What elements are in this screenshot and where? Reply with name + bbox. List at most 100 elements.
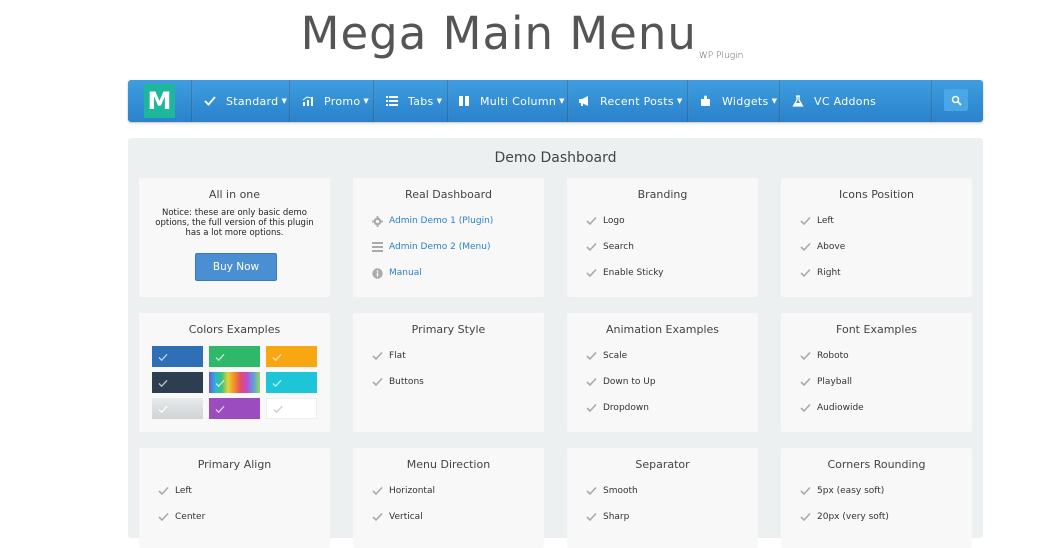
card-title: Animation Examples: [605, 323, 720, 336]
card-colors-examples: Colors Examples: [139, 313, 330, 432]
nav-item-tabs[interactable]: Tabs ▼: [385, 80, 442, 122]
option-20px[interactable]: 20px (very soft): [799, 510, 889, 524]
option-search[interactable]: Search: [585, 240, 634, 254]
page-title: Mega Main Menu WP Plugin: [300, 7, 744, 61]
check-icon: [371, 485, 383, 497]
check-icon: [799, 376, 811, 388]
info-icon: [371, 267, 383, 279]
option-playball[interactable]: Playball: [799, 375, 852, 389]
check-icon: [585, 267, 597, 279]
gear-icon: [371, 215, 383, 227]
card-title: Branding: [637, 188, 688, 201]
check-icon: [799, 267, 811, 279]
demo-dashboard: Demo Dashboard All in one Notice: these …: [128, 138, 983, 548]
option-logo[interactable]: Logo: [585, 214, 625, 228]
check-icon: [215, 399, 225, 418]
option-audiowide[interactable]: Audiowide: [799, 401, 864, 415]
check-icon: [585, 241, 597, 253]
check-icon: [799, 241, 811, 253]
color-swatch-dark[interactable]: [152, 372, 203, 393]
nav-item-promo[interactable]: Promo ▼: [301, 80, 369, 122]
card-title: All in one: [208, 188, 261, 201]
notice-text: Notice: these are only basic demo option…: [155, 208, 314, 238]
check-icon: [585, 376, 597, 388]
puzzle-icon: [699, 94, 713, 108]
option-enable-sticky[interactable]: Enable Sticky: [585, 266, 663, 280]
card-title: Primary Style: [411, 323, 486, 336]
nav-item-recent-posts[interactable]: Recent Posts ▼: [577, 80, 683, 122]
card-title: Corners Rounding: [827, 458, 926, 471]
check-icon: [371, 511, 383, 523]
card-primary-align: Primary Align Left Center: [139, 448, 330, 548]
chart-icon: [301, 94, 315, 108]
card-title: Menu Direction: [406, 458, 491, 471]
option-right[interactable]: Right: [799, 266, 841, 280]
color-swatch-orange[interactable]: [266, 346, 317, 367]
admin-demo-1-link[interactable]: Admin Demo 1 (Plugin): [371, 214, 493, 228]
option-smooth[interactable]: Smooth: [585, 484, 638, 498]
option-above[interactable]: Above: [799, 240, 845, 254]
option-left[interactable]: Left: [157, 484, 192, 498]
chevron-down-icon: ▼: [559, 97, 565, 105]
admin-demo-2-link[interactable]: Admin Demo 2 (Menu): [371, 240, 490, 254]
option-down-to-up[interactable]: Down to Up: [585, 375, 656, 389]
check-icon: [585, 511, 597, 523]
card-title: Font Examples: [836, 323, 917, 336]
manual-link[interactable]: Manual: [371, 266, 422, 280]
check-icon: [157, 485, 169, 497]
check-icon: [215, 347, 225, 366]
check-icon: [158, 373, 168, 392]
option-dropdown[interactable]: Dropdown: [585, 401, 649, 415]
mega-menu-navbar: M Standard ▼ Promo ▼ Tabs ▼ Multi Column ▼ R…: [128, 80, 983, 122]
card-real-dashboard: Real Dashboard Admin Demo 1 (Plugin) Adm…: [353, 178, 544, 297]
color-swatch-rainbow[interactable]: [209, 372, 260, 393]
card-title: Colors Examples: [188, 323, 281, 336]
card-all-in-one: All in one Notice: these are only basic …: [139, 178, 330, 297]
check-icon: [371, 350, 383, 362]
chevron-down-icon: ▼: [436, 97, 443, 105]
nav-item-multi-column[interactable]: Multi Column ▼: [457, 80, 565, 122]
menu-icon: [371, 241, 383, 253]
search-button[interactable]: [944, 89, 968, 111]
check-icon: [585, 215, 597, 227]
check-icon: [585, 402, 597, 414]
option-scale[interactable]: Scale: [585, 349, 627, 363]
check-icon: [273, 399, 283, 418]
option-sharp[interactable]: Sharp: [585, 510, 629, 524]
chevron-down-icon: ▼: [771, 97, 778, 105]
check-icon: [799, 511, 811, 523]
logo[interactable]: M: [144, 84, 175, 118]
option-left[interactable]: Left: [799, 214, 834, 228]
flask-icon: [791, 94, 805, 108]
color-swatch-purple[interactable]: [209, 398, 260, 419]
option-vertical[interactable]: Vertical: [371, 510, 423, 524]
option-horizontal[interactable]: Horizontal: [371, 484, 435, 498]
option-roboto[interactable]: Roboto: [799, 349, 849, 363]
check-icon: [272, 373, 282, 392]
columns-icon: [457, 94, 471, 108]
nav-item-vc-addons[interactable]: VC Addons: [791, 80, 876, 122]
card-corners-rounding: Corners Rounding 5px (easy soft) 20px (v…: [781, 448, 972, 548]
check-icon: [799, 402, 811, 414]
buy-now-button[interactable]: Buy Now: [195, 253, 277, 281]
card-menu-direction: Menu Direction Horizontal Vertical: [353, 448, 544, 548]
chevron-down-icon: ▼: [676, 97, 683, 105]
plugin-tag: WP Plugin: [698, 51, 744, 61]
color-swatch-light-gray[interactable]: [152, 398, 203, 419]
option-flat[interactable]: Flat: [371, 349, 406, 363]
check-icon: [215, 373, 225, 392]
nav-item-standard[interactable]: Standard ▼: [203, 80, 287, 122]
color-swatch-cyan[interactable]: [266, 372, 317, 393]
card-primary-style: Primary Style Flat Buttons: [353, 313, 544, 432]
chevron-down-icon: ▼: [281, 97, 288, 105]
check-icon: [203, 94, 217, 108]
color-swatch-white[interactable]: [266, 398, 317, 419]
color-swatch-green[interactable]: [209, 346, 260, 367]
option-5px[interactable]: 5px (easy soft): [799, 484, 884, 498]
nav-item-widgets[interactable]: Widgets ▼: [699, 80, 777, 122]
color-swatch-blue[interactable]: [152, 346, 203, 367]
option-center[interactable]: Center: [157, 510, 205, 524]
search-icon: [951, 91, 962, 110]
option-buttons[interactable]: Buttons: [371, 375, 424, 389]
check-icon: [371, 376, 383, 388]
